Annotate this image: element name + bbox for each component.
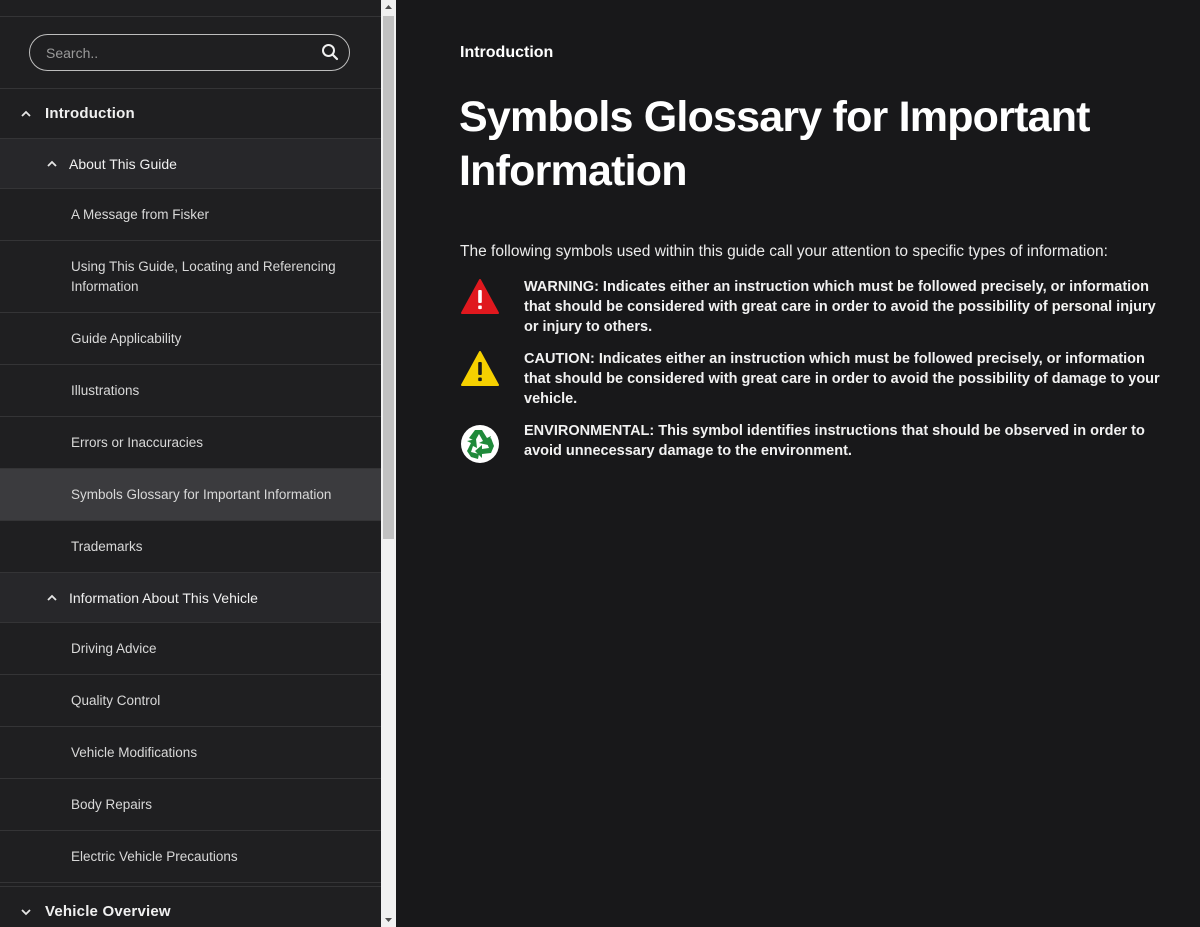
nav-item-guide-applicability[interactable]: Guide Applicability: [0, 313, 381, 365]
nav-item-label: Using This Guide, Locating and Referenci…: [71, 258, 336, 294]
nav-item-label: Quality Control: [71, 692, 161, 708]
nav-subsection-label: Information About This Vehicle: [69, 589, 258, 606]
scroll-down-arrow-icon[interactable]: [381, 912, 396, 927]
nav-subsection-label: About This Guide: [69, 155, 177, 172]
scrollbar-thumb[interactable]: [383, 16, 394, 539]
warning-icon: [461, 279, 499, 314]
nav-item-label: Guide Applicability: [71, 330, 182, 346]
main-content: Introduction Symbols Glossary for Import…: [396, 0, 1200, 927]
caution-icon: [461, 351, 499, 386]
nav-item-illustrations[interactable]: Illustrations: [0, 365, 381, 417]
nav-section-vehicle-overview[interactable]: Vehicle Overview: [0, 886, 381, 927]
chevron-up-icon: [47, 594, 57, 601]
nav-item-driving-advice[interactable]: Driving Advice: [0, 623, 381, 675]
nav-item-label: A Message from Fisker: [71, 206, 210, 222]
symbol-description: WARNING: Indicates either an instruction…: [524, 279, 1156, 335]
nav-item-label: Trademarks: [71, 538, 143, 554]
nav-item-symbols-glossary[interactable]: Symbols Glossary for Important Informati…: [0, 469, 381, 521]
nav-item-label: Body Repairs: [71, 796, 153, 812]
search-box[interactable]: [29, 34, 350, 71]
nav-item-ev-precautions[interactable]: Electric Vehicle Precautions: [0, 831, 381, 883]
nav-item-label: Symbols Glossary for Important Informati…: [71, 486, 332, 502]
symbol-description: CAUTION: Indicates either an instruction…: [524, 351, 1160, 407]
nav-item-quality-control[interactable]: Quality Control: [0, 675, 381, 727]
intro-text: The following symbols used within this g…: [460, 243, 1108, 260]
nav-item-vehicle-modifications[interactable]: Vehicle Modifications: [0, 727, 381, 779]
nav-item-message-from-fisker[interactable]: A Message from Fisker: [0, 189, 381, 241]
nav-item-label: Electric Vehicle Precautions: [71, 848, 238, 864]
nav-section-label: Vehicle Overview: [45, 902, 171, 920]
nav-section-label: Introduction: [45, 105, 135, 122]
nav-subsection-about-guide[interactable]: About This Guide: [0, 139, 381, 189]
search-area: [0, 17, 381, 89]
nav-item-using-this-guide[interactable]: Using This Guide, Locating and Referenci…: [0, 241, 381, 313]
nav-item-errors[interactable]: Errors or Inaccuracies: [0, 417, 381, 469]
recycle-icon: [461, 425, 499, 463]
nav-item-label: Driving Advice: [71, 640, 157, 656]
chevron-down-icon: [21, 909, 31, 916]
nav-item-label: Errors or Inaccuracies: [71, 434, 204, 450]
chevron-up-icon: [47, 160, 57, 167]
sidebar: Introduction About This Guide A Message …: [0, 0, 381, 927]
sidebar-scrollbar[interactable]: [381, 0, 396, 927]
search-icon[interactable]: [321, 43, 339, 61]
chevron-up-icon: [21, 110, 31, 117]
sidebar-top-divider: [0, 0, 381, 17]
symbol-description: ENVIRONMENTAL: This symbol identifies in…: [524, 423, 1145, 459]
page-title: Symbols Glossary for Important Informati…: [459, 93, 1091, 195]
scroll-up-arrow-icon[interactable]: [381, 0, 396, 15]
breadcrumb[interactable]: Introduction: [460, 44, 553, 62]
nav-subsection-info-vehicle[interactable]: Information About This Vehicle: [0, 573, 381, 623]
search-input[interactable]: [44, 35, 318, 71]
nav-item-label: Vehicle Modifications: [71, 744, 198, 760]
nav-item-label: Illustrations: [71, 382, 140, 398]
nav-item-trademarks[interactable]: Trademarks: [0, 521, 381, 573]
nav-section-introduction[interactable]: Introduction: [0, 89, 381, 139]
nav-item-body-repairs[interactable]: Body Repairs: [0, 779, 381, 831]
